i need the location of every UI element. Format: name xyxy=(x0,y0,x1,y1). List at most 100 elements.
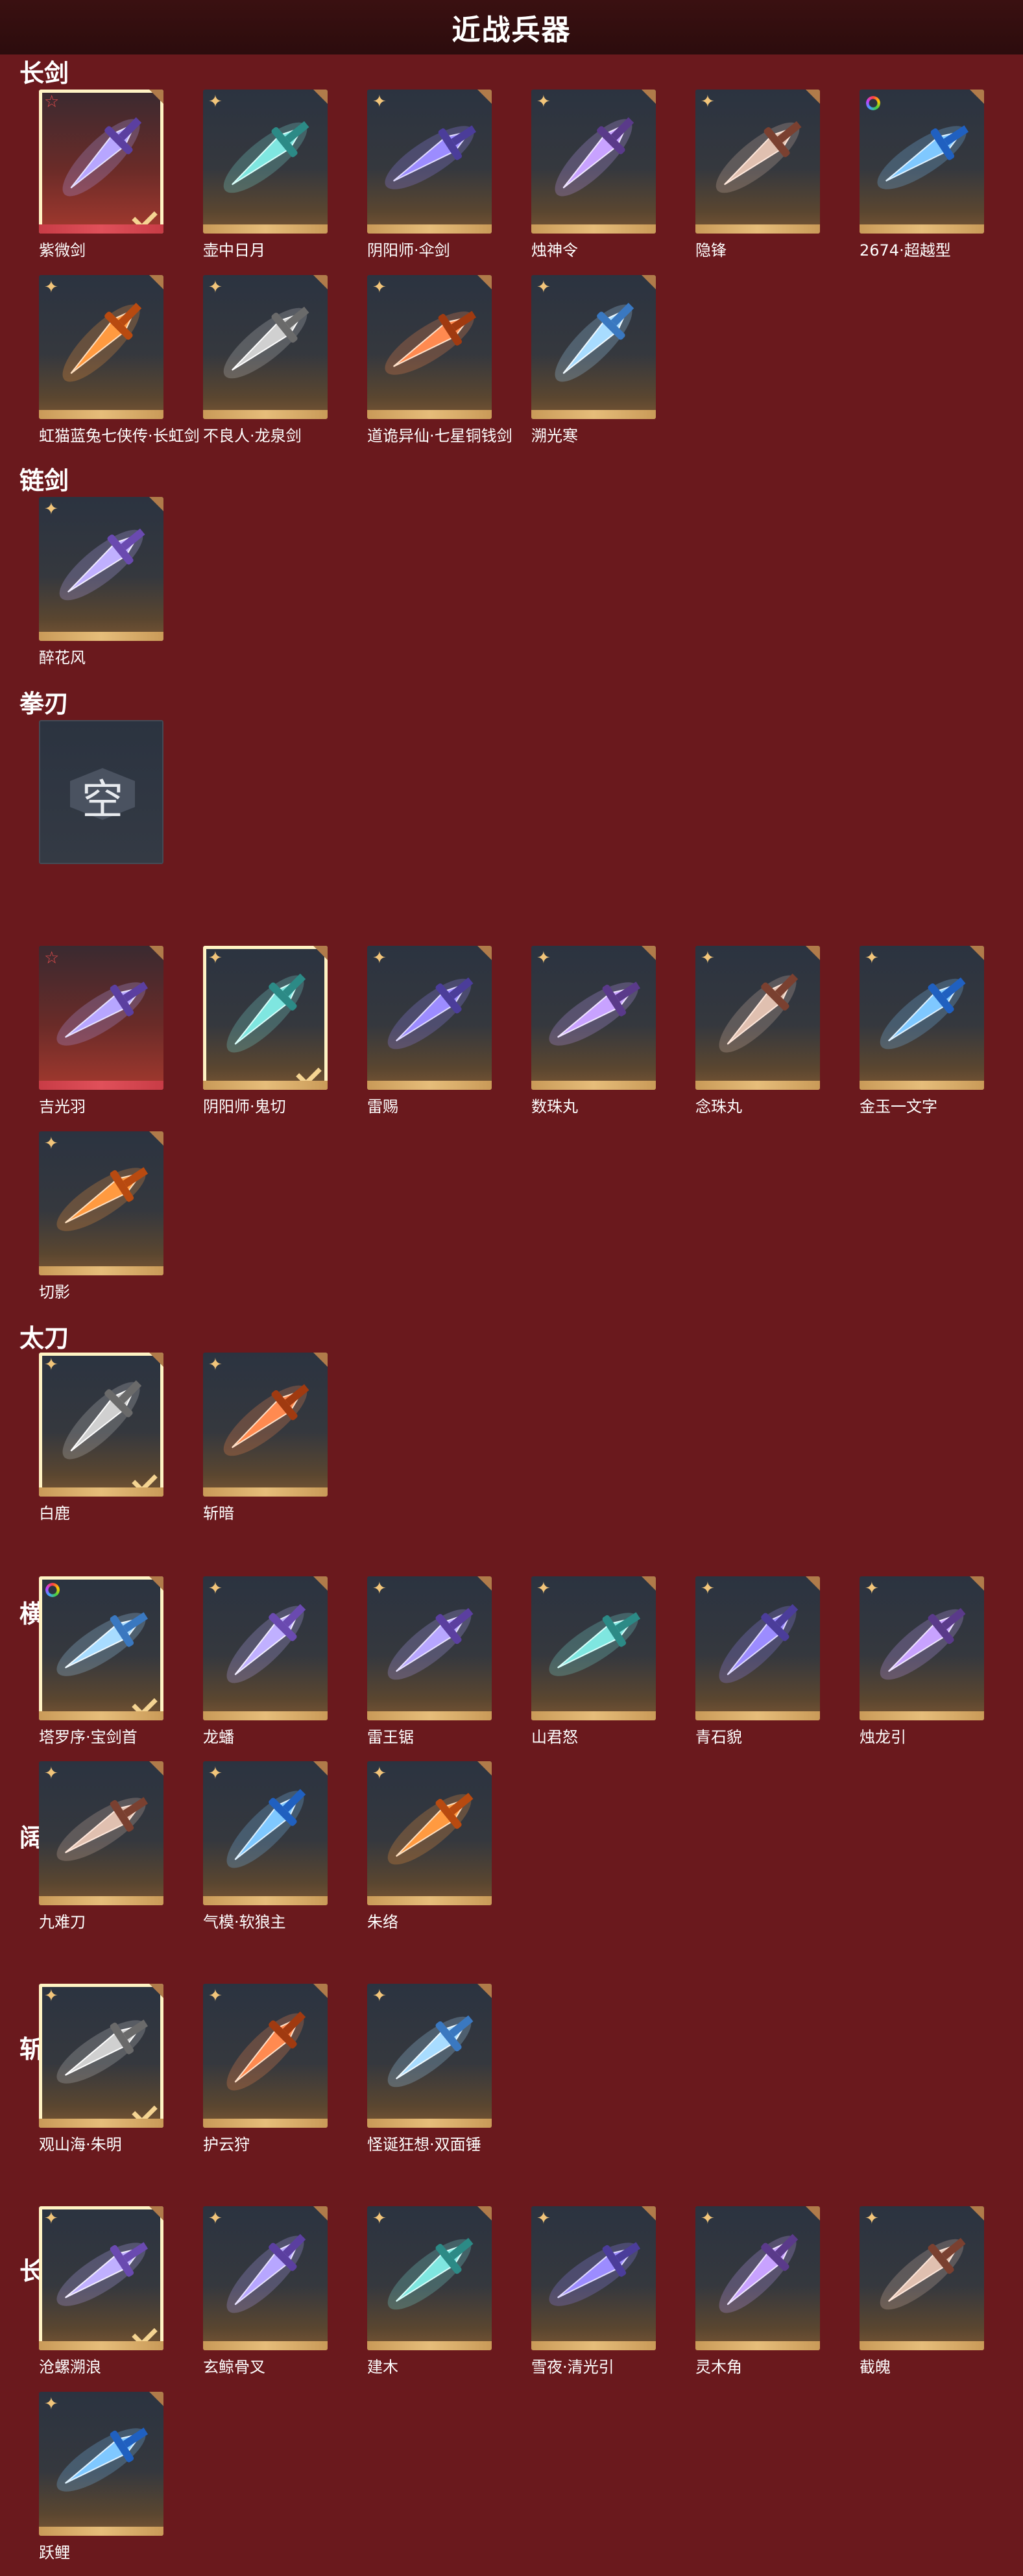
weapon-card[interactable]: ✦ 金玉一文字 xyxy=(860,946,984,1116)
empty-slot[interactable]: 空 xyxy=(39,720,163,864)
weapon-tile[interactable]: ✦ xyxy=(531,275,656,419)
weapon-tile[interactable]: ☆ xyxy=(39,90,163,234)
weapon-name: 龙蟠 xyxy=(203,1728,234,1746)
weapon-tile[interactable]: ✦ xyxy=(695,1576,820,1720)
weapon-card[interactable]: ✦ 壶中日月 xyxy=(203,90,328,259)
weapon-tile[interactable]: ✦ xyxy=(203,1353,328,1497)
weapon-name: 念珠丸 xyxy=(695,1098,742,1116)
quality-star-gold-icon: ✦ xyxy=(44,2209,58,2228)
weapon-tile[interactable]: ✦ xyxy=(39,2206,163,2350)
weapon-name: 沧螺溯浪 xyxy=(39,2358,101,2376)
weapon-tile[interactable]: ✦ xyxy=(39,2392,163,2536)
weapon-tile[interactable]: ✦ xyxy=(531,1576,656,1720)
weapon-tile[interactable]: ✦ xyxy=(39,497,163,641)
quality-star-gold-icon: ✦ xyxy=(536,92,551,112)
weapon-tile[interactable]: ✦ xyxy=(203,1576,328,1720)
weapon-tile[interactable]: ✦ xyxy=(695,90,820,234)
weapon-tile[interactable]: ☆ xyxy=(39,946,163,1090)
corner-ribbon-icon xyxy=(149,946,163,960)
weapon-tile[interactable]: ✦ xyxy=(695,2206,820,2350)
weapon-card[interactable]: ✦ 烛龙引 xyxy=(860,1576,984,1746)
weapon-card[interactable]: ✦ 观山海·朱明 xyxy=(39,1984,163,2154)
weapon-name: 建木 xyxy=(367,2358,398,2376)
section-title: 长剑 xyxy=(19,59,69,88)
weapon-tile[interactable]: ✦ xyxy=(531,946,656,1090)
weapon-card[interactable]: ✦ 青石貌 xyxy=(695,1576,820,1746)
weapon-card[interactable]: ✦ 跃鲤 xyxy=(39,2392,163,2562)
weapon-tile[interactable]: ✦ xyxy=(203,1984,328,2128)
weapon-tile[interactable]: ✦ xyxy=(367,1984,492,2128)
weapon-tile[interactable]: ✦ xyxy=(203,90,328,234)
weapon-card[interactable]: ✦ 虹猫蓝兔七侠传·长虹剑 xyxy=(39,275,200,445)
weapon-card[interactable]: ✦ 醉花风 xyxy=(39,497,163,667)
weapon-card[interactable]: ✦ 护云狩 xyxy=(203,1984,328,2154)
quality-star-gold-icon: ✦ xyxy=(372,1764,387,1783)
weapon-tile[interactable]: ✦ xyxy=(367,1761,492,1905)
weapon-tile[interactable]: ✦ xyxy=(367,90,492,234)
weapon-tile[interactable]: ✦ xyxy=(367,946,492,1090)
weapon-card[interactable]: ✦ 截魄 xyxy=(860,2206,984,2376)
weapon-card[interactable]: ✦ 玄鲸骨叉 xyxy=(203,2206,328,2376)
weapon-card[interactable]: ✦ 道诡异仙·七星铜钱剑 xyxy=(367,275,512,445)
weapon-tile[interactable]: ✦ xyxy=(203,2206,328,2350)
weapon-card[interactable]: ✦ 不良人·龙泉剑 xyxy=(203,275,328,445)
weapon-card[interactable]: ✦ 阴阳师·鬼切 xyxy=(203,946,328,1116)
weapon-card[interactable]: ✦ 隐锋 xyxy=(695,90,820,259)
weapon-name: 玄鲸骨叉 xyxy=(203,2358,265,2376)
corner-ribbon-icon xyxy=(477,2206,492,2221)
weapon-card[interactable]: ✦ 山君怒 xyxy=(531,1576,656,1746)
weapon-tile[interactable]: ✦ xyxy=(39,1131,163,1275)
weapon-tile[interactable]: ✦ xyxy=(367,275,492,419)
weapon-tile[interactable]: ✦ xyxy=(531,2206,656,2350)
weapon-card[interactable]: ✦ 溯光寒 xyxy=(531,275,656,445)
weapon-card[interactable]: ✦ 白鹿 xyxy=(39,1353,163,1523)
weapon-card[interactable]: ✦ 九难刀 xyxy=(39,1761,163,1931)
weapon-name: 数珠丸 xyxy=(531,1098,578,1116)
quality-star-gold-icon: ✦ xyxy=(701,948,715,968)
weapon-card[interactable]: ✦ 念珠丸 xyxy=(695,946,820,1116)
weapon-tile[interactable]: ✦ xyxy=(860,1576,984,1720)
weapon-tile[interactable]: ✦ xyxy=(203,1761,328,1905)
quality-star-gold-icon: ✦ xyxy=(701,1579,715,1598)
weapon-card[interactable]: ✦ 气模·软狼主 xyxy=(203,1761,328,1931)
weapon-card[interactable]: ✦ 雷王锯 xyxy=(367,1576,492,1746)
page-title: 近战兵器 xyxy=(0,0,1023,54)
weapon-card[interactable]: ✦ 切影 xyxy=(39,1131,163,1301)
weapon-card[interactable]: ✦ 建木 xyxy=(367,2206,492,2376)
weapon-card[interactable]: ✦ 烛神令 xyxy=(531,90,656,259)
weapon-card[interactable]: 塔罗序·宝剑首 xyxy=(39,1576,163,1746)
weapon-card[interactable]: ✦ 龙蟠 xyxy=(203,1576,328,1746)
quality-star-red-icon: ☆ xyxy=(44,948,60,968)
weapon-tile[interactable]: ✦ xyxy=(695,946,820,1090)
quality-star-gold-icon: ✦ xyxy=(372,278,387,297)
corner-ribbon-icon xyxy=(970,1576,984,1591)
weapon-card[interactable]: ✦ 斩暗 xyxy=(203,1353,328,1523)
weapon-card[interactable]: ☆ 紫微剑 xyxy=(39,90,163,259)
weapon-card[interactable]: ☆ 吉光羽 xyxy=(39,946,163,1116)
weapon-tile[interactable]: ✦ xyxy=(39,275,163,419)
weapon-card[interactable]: ✦ 雷赐 xyxy=(367,946,492,1116)
weapon-card[interactable]: ✦ 数珠丸 xyxy=(531,946,656,1116)
weapon-tile[interactable] xyxy=(39,1576,163,1720)
weapon-tile[interactable]: ✦ xyxy=(39,1984,163,2128)
weapon-tile[interactable]: ✦ xyxy=(531,90,656,234)
weapon-tile[interactable] xyxy=(860,90,984,234)
weapon-tile[interactable]: ✦ xyxy=(860,946,984,1090)
weapon-card[interactable]: ✦ 灵木角 xyxy=(695,2206,820,2376)
weapon-tile[interactable]: ✦ xyxy=(39,1761,163,1905)
weapon-card[interactable]: ✦ 怪诞狂想·双面锤 xyxy=(367,1984,492,2154)
weapon-tile[interactable]: ✦ xyxy=(39,1353,163,1497)
weapon-card[interactable]: ✦ 雪夜·清光引 xyxy=(531,2206,656,2376)
weapon-tile[interactable]: ✦ xyxy=(367,1576,492,1720)
weapon-tile[interactable]: ✦ xyxy=(367,2206,492,2350)
quality-star-red-icon: ☆ xyxy=(44,92,60,112)
weapon-tile[interactable]: ✦ xyxy=(203,946,328,1090)
weapon-tile[interactable]: ✦ xyxy=(860,2206,984,2350)
weapon-card[interactable]: 2674·超越型 xyxy=(860,90,984,259)
weapon-card[interactable]: ✦ 朱络 xyxy=(367,1761,492,1931)
weapon-card[interactable]: ✦ 阴阳师·伞剑 xyxy=(367,90,492,259)
corner-ribbon-icon xyxy=(970,90,984,104)
weapon-card[interactable]: ✦ 沧螺溯浪 xyxy=(39,2206,163,2376)
weapon-tile[interactable]: ✦ xyxy=(203,275,328,419)
weapon-name: 2674·超越型 xyxy=(860,241,951,259)
